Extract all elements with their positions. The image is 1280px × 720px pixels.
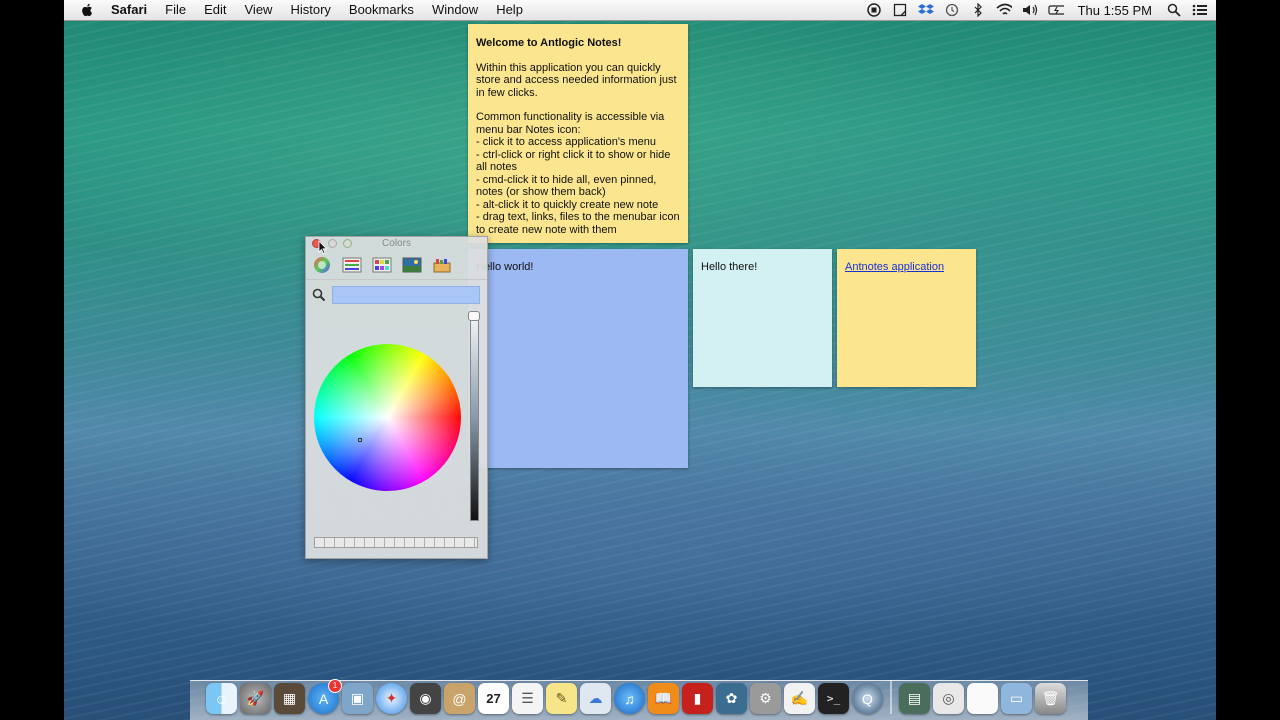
hello-there-note[interactable]: Hello there! (693, 249, 832, 387)
hello-there-text: Hello there! (701, 261, 758, 273)
photo-booth-icon[interactable]: ▮ (682, 683, 713, 714)
spotlight-icon[interactable] (1166, 2, 1182, 18)
archive-utility-icon[interactable]: ▤ (899, 683, 930, 714)
system-preferences-icon[interactable]: ⚙ (750, 683, 781, 714)
preview-icon[interactable]: ▣ (342, 683, 373, 714)
brightness-slider[interactable] (470, 314, 479, 521)
folder-icon[interactable]: ▭ (1001, 683, 1032, 714)
zoom-button[interactable] (343, 239, 352, 248)
menu-window[interactable]: Window (423, 0, 487, 20)
itunes-icon[interactable]: ♫ (614, 683, 645, 714)
volume-icon[interactable] (1022, 2, 1038, 18)
menu-clock[interactable]: Thu 1:55 PM (1074, 3, 1156, 18)
notes-icon[interactable]: ✎ (546, 683, 577, 714)
colors-panel: Colors (305, 236, 488, 559)
menu-view[interactable]: View (236, 0, 282, 20)
ibooks-icon[interactable]: 📖 (648, 683, 679, 714)
brightness-slider-knob[interactable] (468, 311, 480, 321)
colors-mode-toolbar (306, 251, 487, 280)
welcome-note-intro: Within this application you can quickly … (476, 61, 677, 99)
desktop: Safari File Edit View History Bookmarks … (64, 0, 1216, 720)
color-swatches[interactable] (314, 537, 478, 548)
quicktime-icon[interactable]: Q (852, 683, 883, 714)
welcome-note-line: - cmd-click it to hide all, even pinned,… (476, 173, 657, 199)
terminal-icon[interactable]: >_ (818, 683, 849, 714)
menu-history[interactable]: History (281, 0, 339, 20)
colors-search-row (306, 280, 487, 304)
color-wheel-icon[interactable] (312, 256, 332, 274)
menu-file[interactable]: File (156, 0, 195, 20)
bluetooth-icon[interactable] (970, 2, 986, 18)
welcome-note-functionality: Common functionality is accessible via m… (476, 111, 665, 136)
dropbox-icon[interactable] (917, 2, 934, 18)
dock-separator (890, 680, 892, 714)
app-store-icon[interactable]: A1 (308, 679, 342, 714)
calendar-icon[interactable]: 27 (478, 683, 509, 714)
notification-center-icon[interactable] (1192, 2, 1208, 18)
safari-icon[interactable]: ✦ (376, 683, 407, 714)
wifi-icon[interactable] (996, 2, 1012, 18)
battery-icon[interactable] (1047, 2, 1064, 18)
menu-bar: Safari File Edit View History Bookmarks … (64, 0, 1216, 21)
trash-icon[interactable]: 🗑 (1035, 683, 1066, 714)
welcome-note-line: - click it to access application's menu (476, 136, 657, 148)
image-palettes-icon[interactable] (402, 256, 422, 274)
app-store-badge: 1 (328, 679, 342, 693)
menu-edit[interactable]: Edit (195, 0, 235, 20)
notes-icon[interactable] (892, 2, 908, 18)
hello-world-note[interactable]: Hello world! (468, 249, 688, 468)
disk-image-icon[interactable]: ◎ (933, 683, 964, 714)
menu-bookmarks[interactable]: Bookmarks (340, 0, 423, 20)
color-search-input[interactable] (332, 286, 480, 304)
crayons-icon[interactable] (432, 256, 452, 274)
document-icon[interactable] (967, 683, 998, 714)
launchpad-icon[interactable]: 🚀 (240, 683, 271, 714)
reminders-icon[interactable]: ☰ (512, 683, 543, 714)
color-wheel-marker[interactable] (358, 438, 362, 442)
antnotes-link[interactable]: Antnotes application (845, 261, 944, 273)
color-palettes-icon[interactable] (372, 256, 392, 274)
facetime-icon[interactable]: ◉ (410, 683, 441, 714)
colors-title: Colors (382, 238, 411, 249)
colors-titlebar[interactable]: Colors (306, 237, 487, 254)
record-icon[interactable] (866, 2, 882, 18)
time-machine-icon[interactable] (944, 2, 960, 18)
color-sliders-icon[interactable] (342, 256, 362, 274)
welcome-note-line: - alt-click it to quickly create new not… (476, 198, 659, 211)
iphoto-icon[interactable]: ✿ (716, 683, 747, 714)
textedit-icon[interactable]: ✍ (784, 683, 815, 714)
apple-icon[interactable] (80, 2, 94, 18)
welcome-note-title: Welcome to Antlogic Notes! (476, 37, 622, 49)
menu-safari[interactable]: Safari (102, 0, 156, 20)
mission-control-icon[interactable]: ▦ (274, 683, 305, 714)
welcome-note[interactable]: Welcome to Antlogic Notes! Within this a… (468, 24, 688, 243)
welcome-note-line: - drag text, links, files to the menubar… (476, 211, 680, 236)
messages-icon[interactable]: ☁ (580, 683, 611, 714)
antnotes-link-note[interactable]: Antnotes application (837, 249, 976, 387)
minimize-button[interactable] (328, 239, 337, 248)
mouse-cursor-icon (318, 240, 328, 254)
finder-icon[interactable]: ☺ (206, 683, 237, 714)
menu-help[interactable]: Help (487, 0, 532, 20)
search-icon (312, 288, 326, 302)
color-wheel[interactable] (314, 344, 461, 491)
dock: ☺ 🚀 ▦ A1 ▣ ✦ ◉ @ 27 ☰ ✎ ☁ ♫ 📖 ▮ ✿ ⚙ ✍ >_… (190, 679, 1088, 720)
welcome-note-line: - ctrl-click or right click it to show o… (476, 148, 671, 174)
contacts-icon[interactable]: @ (444, 683, 475, 714)
